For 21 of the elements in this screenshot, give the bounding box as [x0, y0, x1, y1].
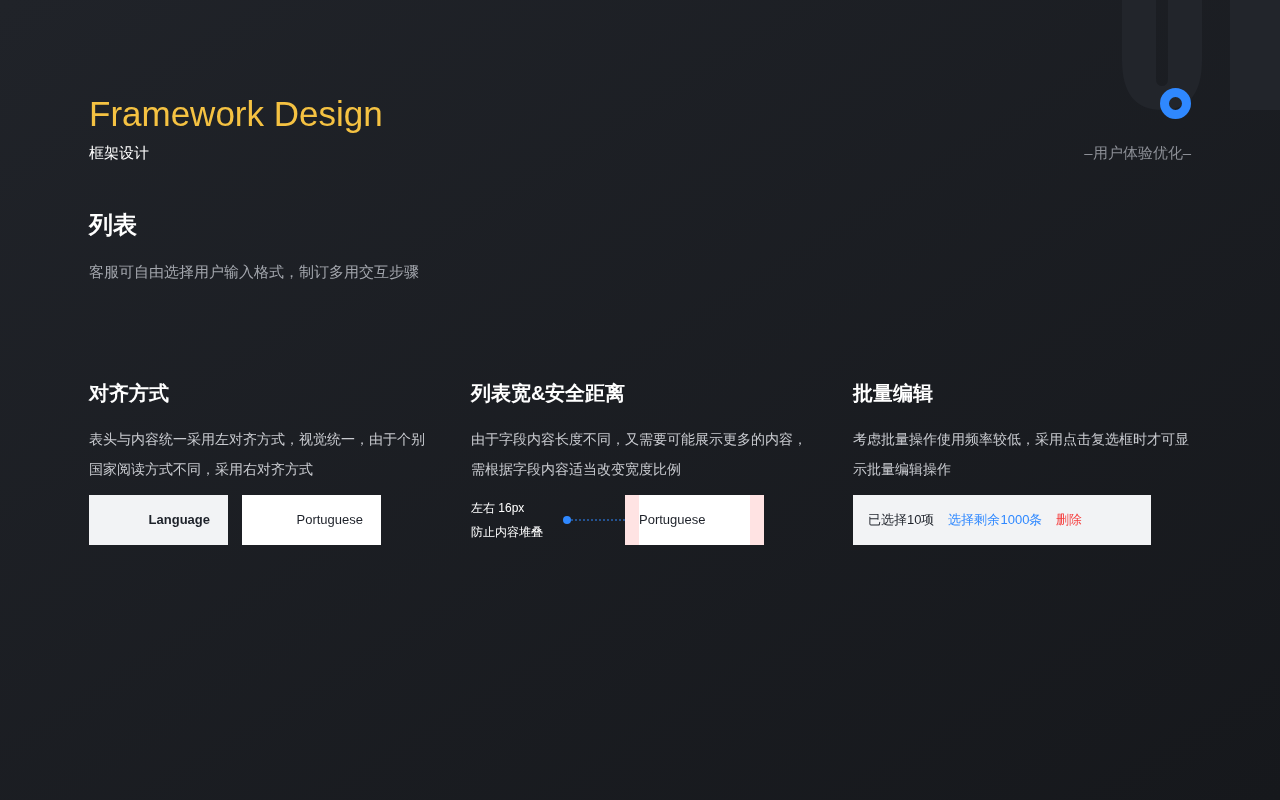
tagline: –用户体验优化– — [1084, 143, 1191, 163]
column-title: 批量编辑 — [853, 381, 934, 406]
delete-link[interactable]: 删除 — [1056, 510, 1083, 530]
section-description: 客服可自由选择用户输入格式，制订多用交互步骤 — [89, 261, 420, 282]
leader-line — [563, 515, 625, 525]
note-text: 防止内容堆叠 — [471, 524, 544, 541]
column-description: 表头与内容统一采用左对齐方式，视觉统一，由于个别国家阅读方式不同，采用右对齐方式 — [89, 431, 426, 479]
column-description: 考虑批量操作使用频率较低，采用点击复选框时才可显示批量编辑操作 — [853, 431, 1190, 479]
page-subtitle: 框架设计 — [89, 143, 150, 163]
section-title: 列表 — [89, 209, 138, 240]
note-text: 左右 16px — [471, 500, 526, 517]
page-title: Framework Design — [89, 94, 383, 134]
selection-count: 已选择10项 — [868, 511, 935, 530]
column-description: 由于字段内容长度不同，又需要可能展示更多的内容，需根据字段内容适当改变宽度比例 — [471, 431, 808, 479]
table-cell: Portuguese — [625, 495, 764, 545]
column-title: 列表宽&安全距离 — [471, 381, 627, 406]
ring-icon — [1160, 88, 1191, 119]
table-cell: Portuguese — [242, 495, 381, 545]
column-title: 对齐方式 — [89, 381, 170, 406]
select-remaining-link[interactable]: 选择剩余1000条 — [948, 510, 1043, 530]
header-cell: Language — [89, 495, 228, 545]
